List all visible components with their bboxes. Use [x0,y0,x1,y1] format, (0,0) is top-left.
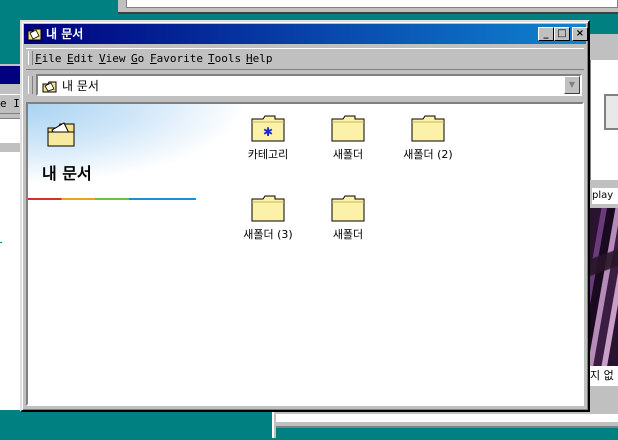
my-documents-icon [42,81,57,93]
title-bar[interactable]: 내 문서 _ □ × [24,24,588,44]
folder-label: 카테고리 [247,148,289,161]
background-window-right-image [590,208,618,366]
background-window-left-mark [0,242,2,243]
window-title: 내 문서 [46,27,84,41]
menu-tools[interactable]: Tools [208,52,241,66]
background-window-left-content [0,152,22,410]
minimize-button[interactable]: _ [538,27,554,41]
broken-image-icon [604,94,618,130]
folder-item[interactable]: 새폴더 (2) [388,114,468,162]
address-dropdown-button[interactable]: ▼ [564,76,580,94]
sidebar-title: 내 문서 [42,164,92,183]
address-field[interactable]: 내 문서 ▼ [36,74,582,96]
background-window-right-text: 지 없 [590,366,618,386]
my-documents-icon [27,28,42,41]
folder-special-icon: ✱ [251,115,285,142]
folder-item[interactable]: ✱ 카테고리 [228,114,308,162]
menu-help[interactable]: Help [246,52,273,66]
menu-go[interactable]: Go [131,52,144,66]
close-button[interactable]: × [572,27,588,41]
menubar-grip[interactable] [28,51,33,65]
menu-file[interactable]: File [35,52,62,66]
background-window-top-content [126,0,618,8]
background-window-bottom-content [276,414,618,422]
address-bar: 내 문서 ▼ [26,72,584,98]
folder-icon [331,115,365,142]
menu-edit[interactable]: Edit [67,52,94,66]
folder-label: 새폴더 (2) [403,148,453,161]
sidebar-divider [28,198,196,200]
folder-view[interactable]: 내 문서 ✱ 카테고리 새폴더 새폴더 (2) 새폴더 (3) 새폴더 [26,102,584,406]
svg-text:✱: ✱ [263,125,273,139]
folder-label: 새폴더 [332,228,364,241]
folder-icon [331,195,365,222]
background-window-right-label: play [592,188,618,204]
menu-favorite[interactable]: Favorite [150,52,203,66]
background-window-left-address [0,118,22,143]
addressbar-grip[interactable] [28,76,33,94]
address-value: 내 문서 [62,79,99,93]
my-documents-window: 내 문서 _ □ × File Edit View Go Favorite To… [20,20,590,412]
menu-view[interactable]: View [99,52,126,66]
background-window-left-titlebar [0,66,22,84]
folder-item[interactable]: 새폴더 [308,194,388,242]
folder-item[interactable]: 새폴더 (3) [228,194,308,242]
folder-icon [251,195,285,222]
folder-icon [411,115,445,142]
folder-label: 새폴더 [332,148,364,161]
folder-item[interactable]: 새폴더 [308,114,388,162]
menu-bar: File Edit View Go Favorite Tools Help [26,48,584,70]
background-window-left-menu: e I [0,94,22,114]
folder-label: 새폴더 (3) [243,228,293,241]
my-documents-large-icon [47,122,75,147]
maximize-button[interactable]: □ [554,27,570,41]
